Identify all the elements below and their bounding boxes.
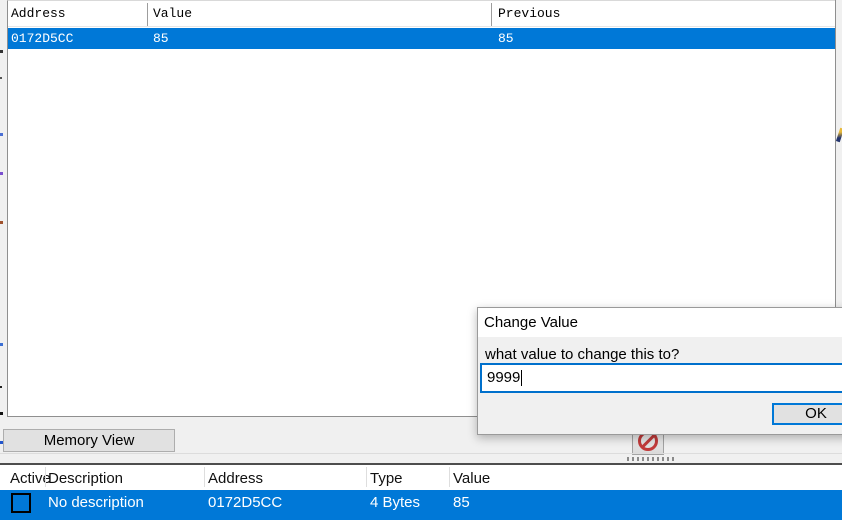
column-divider[interactable] bbox=[491, 3, 492, 26]
dialog-title: Change Value bbox=[484, 314, 578, 331]
column-header-address[interactable]: Address bbox=[11, 6, 66, 21]
text-caret bbox=[521, 370, 522, 386]
column-header-value[interactable]: Value bbox=[153, 6, 192, 21]
clipped-background-icon bbox=[836, 128, 842, 143]
cheat-engine-window: Address Value Previous 0172D5CC 85 85 Me… bbox=[0, 0, 842, 520]
active-checkbox[interactable] bbox=[11, 493, 31, 513]
dialog-titlebar[interactable]: Change Value bbox=[478, 308, 842, 337]
value-input-text: 9999 bbox=[487, 369, 520, 386]
column-header-address[interactable]: Address bbox=[208, 470, 263, 487]
column-divider[interactable] bbox=[45, 467, 46, 487]
column-header-type[interactable]: Type bbox=[370, 470, 403, 487]
scan-row-value: 85 bbox=[153, 28, 169, 49]
column-header-description[interactable]: Description bbox=[48, 470, 123, 487]
change-value-dialog: Change Value what value to change this t… bbox=[477, 307, 842, 435]
scan-row-address: 0172D5CC bbox=[11, 28, 73, 49]
row-description: No description bbox=[48, 494, 144, 511]
column-header-value[interactable]: Value bbox=[453, 470, 490, 487]
scan-result-row-selected[interactable]: 0172D5CC 85 85 bbox=[8, 28, 835, 49]
splitter-grip[interactable] bbox=[627, 457, 677, 461]
scan-results-header: Address Value Previous bbox=[8, 1, 835, 27]
memory-view-button[interactable]: Memory View bbox=[3, 429, 175, 452]
scan-row-previous: 85 bbox=[498, 28, 514, 49]
column-divider[interactable] bbox=[449, 467, 450, 487]
column-divider[interactable] bbox=[366, 467, 367, 487]
address-list-panel: Active Description Address Type Value No… bbox=[0, 465, 842, 520]
value-input[interactable]: 9999 bbox=[480, 363, 842, 393]
address-list-row-selected[interactable]: No description 0172D5CC 4 Bytes 85 bbox=[0, 490, 842, 520]
row-value: 85 bbox=[453, 494, 470, 511]
splitter-edge bbox=[0, 453, 842, 454]
column-divider[interactable] bbox=[204, 467, 205, 487]
dialog-prompt: what value to change this to? bbox=[485, 346, 679, 363]
column-divider[interactable] bbox=[147, 3, 148, 26]
row-address: 0172D5CC bbox=[208, 494, 282, 511]
column-header-previous[interactable]: Previous bbox=[498, 6, 560, 21]
ok-button[interactable]: OK bbox=[772, 403, 842, 425]
row-type: 4 Bytes bbox=[370, 494, 420, 511]
